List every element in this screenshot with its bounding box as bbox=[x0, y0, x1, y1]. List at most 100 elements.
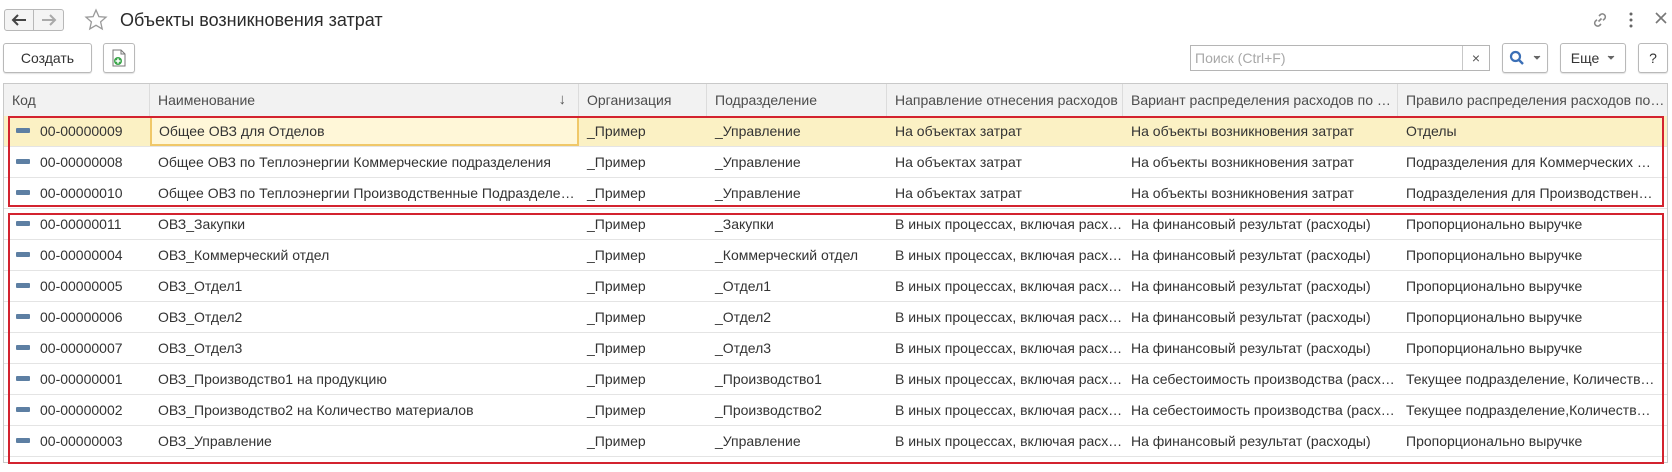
cell-name[interactable]: ОВЗ_Управление bbox=[150, 426, 579, 456]
cell-direction[interactable]: В иных процессах, включая расходы bbox=[887, 333, 1123, 363]
cell-organization[interactable]: _Пример bbox=[579, 395, 707, 425]
forward-button[interactable] bbox=[34, 9, 64, 31]
column-header-rule[interactable]: Правило распределения расходов по подраз… bbox=[1398, 84, 1667, 116]
objects-table[interactable]: Код Наименование ↓ Организация Подраздел… bbox=[3, 83, 1668, 463]
cell-direction[interactable]: В иных процессах, включая расходы bbox=[887, 395, 1123, 425]
cell-variant[interactable]: На финансовый результат (расходы) bbox=[1123, 333, 1398, 363]
column-header-direction[interactable]: Направление отнесения расходов bbox=[887, 84, 1123, 116]
cell-variant[interactable]: На себестоимость производства (расходы) bbox=[1123, 395, 1398, 425]
cell-code[interactable]: 00-00000006 bbox=[4, 302, 150, 332]
cell-name[interactable]: Общее ОВЗ для Отделов bbox=[150, 116, 579, 146]
cell-variant[interactable]: На объекты возникновения затрат bbox=[1123, 116, 1398, 146]
back-button[interactable] bbox=[4, 9, 34, 31]
cell-department[interactable]: _Производство2 bbox=[707, 395, 887, 425]
cell-code[interactable]: 00-00000003 bbox=[4, 426, 150, 456]
cell-organization[interactable]: _Пример bbox=[579, 302, 707, 332]
cell-organization[interactable]: _Пример bbox=[579, 116, 707, 146]
cell-name[interactable]: Общее ОВЗ по Теплоэнергии Коммерческие п… bbox=[150, 147, 579, 177]
cell-name[interactable]: ОВЗ_Отдел3 bbox=[150, 333, 579, 363]
table-row[interactable]: 00-00000003 ОВЗ_Управление _Пример _Управле… bbox=[4, 426, 1667, 457]
cell-code[interactable]: 00-00000002 bbox=[4, 395, 150, 425]
cell-name[interactable]: ОВЗ_Закупки bbox=[150, 209, 579, 239]
cell-name[interactable]: ОВЗ_Отдел2 bbox=[150, 302, 579, 332]
table-row[interactable]: 00-00000007 ОВЗ_Отдел3 _Пример _Отдел3 В ины… bbox=[4, 333, 1667, 364]
cell-rule[interactable]: Пропорционально выручке bbox=[1398, 426, 1658, 456]
cell-organization[interactable]: _Пример bbox=[579, 209, 707, 239]
more-button[interactable]: Еще bbox=[1560, 43, 1626, 73]
cell-rule[interactable]: Подразделения для Производственных расхо… bbox=[1398, 178, 1658, 208]
cell-name[interactable]: ОВЗ_Отдел1 bbox=[150, 271, 579, 301]
cell-rule[interactable]: Текущее подразделение, Количество продук… bbox=[1398, 364, 1658, 394]
cell-code[interactable]: 00-00000010 bbox=[4, 178, 150, 208]
cell-code[interactable]: 00-00000005 bbox=[4, 271, 150, 301]
cell-direction[interactable]: В иных процессах, включая расходы bbox=[887, 364, 1123, 394]
cell-name[interactable]: ОВЗ_Производство1 на продукцию bbox=[150, 364, 579, 394]
cell-organization[interactable]: _Пример bbox=[579, 178, 707, 208]
cell-code[interactable]: 00-00000004 bbox=[4, 240, 150, 270]
cell-department[interactable]: _Отдел1 bbox=[707, 271, 887, 301]
favorite-button[interactable] bbox=[84, 8, 108, 35]
cell-variant[interactable]: На финансовый результат (расходы) bbox=[1123, 240, 1398, 270]
cell-direction[interactable]: В иных процессах, включая расходы bbox=[887, 271, 1123, 301]
cell-direction[interactable]: На объектах затрат bbox=[887, 178, 1123, 208]
cell-variant[interactable]: На финансовый результат (расходы) bbox=[1123, 271, 1398, 301]
cell-organization[interactable]: _Пример bbox=[579, 333, 707, 363]
cell-rule[interactable]: Текущее подразделение,Количество материа… bbox=[1398, 395, 1658, 425]
column-header-organization[interactable]: Организация bbox=[579, 84, 707, 116]
cell-direction[interactable]: В иных процессах, включая расходы bbox=[887, 302, 1123, 332]
copy-button[interactable] bbox=[103, 43, 135, 73]
cell-department[interactable]: _Управление bbox=[707, 116, 887, 146]
search-input[interactable] bbox=[1191, 46, 1463, 70]
cell-variant[interactable]: На себестоимость производства (расходы) bbox=[1123, 364, 1398, 394]
cell-name[interactable]: ОВЗ_Коммерческий отдел bbox=[150, 240, 579, 270]
close-button[interactable] bbox=[1654, 11, 1668, 28]
table-row[interactable]: 00-00000008 Общее ОВЗ по Теплоэнергии Ком… bbox=[4, 147, 1667, 178]
help-button[interactable]: ? bbox=[1638, 43, 1668, 73]
cell-organization[interactable]: _Пример bbox=[579, 426, 707, 456]
table-row[interactable]: 00-00000002 ОВЗ_Производство2 на Количест… bbox=[4, 395, 1667, 426]
cell-variant[interactable]: На объекты возникновения затрат bbox=[1123, 178, 1398, 208]
cell-direction[interactable]: В иных процессах, включая расходы bbox=[887, 426, 1123, 456]
cell-code[interactable]: 00-00000009 bbox=[4, 116, 150, 146]
cell-code[interactable]: 00-00000001 bbox=[4, 364, 150, 394]
cell-department[interactable]: _Коммерческий отдел bbox=[707, 240, 887, 270]
table-row[interactable]: 00-00000011 ОВЗ_Закупки _Пример _Закупки В и… bbox=[4, 209, 1667, 240]
cell-rule[interactable]: Пропорционально выручке bbox=[1398, 302, 1658, 332]
cell-rule[interactable]: Пропорционально выручке bbox=[1398, 271, 1658, 301]
cell-department[interactable]: _Управление bbox=[707, 178, 887, 208]
cell-direction[interactable]: На объектах затрат bbox=[887, 116, 1123, 146]
cell-direction[interactable]: В иных процессах, включая расходы bbox=[887, 240, 1123, 270]
cell-organization[interactable]: _Пример bbox=[579, 147, 707, 177]
column-header-name[interactable]: Наименование ↓ bbox=[150, 84, 579, 116]
cell-code[interactable]: 00-00000007 bbox=[4, 333, 150, 363]
table-row[interactable]: 00-00000004 ОВЗ_Коммерческий отдел _Пример… bbox=[4, 240, 1667, 271]
table-row[interactable]: 00-00000001 ОВЗ_Производство1 на продукци… bbox=[4, 364, 1667, 395]
search-clear-button[interactable]: × bbox=[1462, 46, 1489, 70]
column-header-code[interactable]: Код bbox=[4, 84, 150, 116]
cell-direction[interactable]: На объектах затрат bbox=[887, 147, 1123, 177]
cell-code[interactable]: 00-00000008 bbox=[4, 147, 150, 177]
more-actions-button[interactable] bbox=[1627, 11, 1635, 32]
cell-rule[interactable]: Пропорционально выручке bbox=[1398, 209, 1658, 239]
table-row[interactable]: 00-00000009 Общее ОВЗ для Отделов _Пример _… bbox=[4, 116, 1667, 147]
cell-organization[interactable]: _Пример bbox=[579, 240, 707, 270]
cell-department[interactable]: _Производство1 bbox=[707, 364, 887, 394]
cell-code[interactable]: 00-00000011 bbox=[4, 209, 150, 239]
table-row[interactable]: 00-00000006 ОВЗ_Отдел2 _Пример _Отдел2 В ины… bbox=[4, 302, 1667, 333]
cell-rule[interactable]: Пропорционально выручке bbox=[1398, 333, 1658, 363]
cell-department[interactable]: _Управление bbox=[707, 147, 887, 177]
cell-rule[interactable]: Подразделения для Коммерческих расходов bbox=[1398, 147, 1658, 177]
column-header-department[interactable]: Подразделение bbox=[707, 84, 887, 116]
search-options-button[interactable] bbox=[1502, 43, 1548, 73]
cell-name[interactable]: ОВЗ_Производство2 на Количество материал… bbox=[150, 395, 579, 425]
cell-variant[interactable]: На финансовый результат (расходы) bbox=[1123, 209, 1398, 239]
cell-name[interactable]: Общее ОВЗ по Теплоэнергии Производственн… bbox=[150, 178, 579, 208]
cell-organization[interactable]: _Пример bbox=[579, 271, 707, 301]
table-row[interactable]: 00-00000005 ОВЗ_Отдел1 _Пример _Отдел1 В ины… bbox=[4, 271, 1667, 302]
create-button[interactable]: Создать bbox=[3, 43, 92, 73]
cell-department[interactable]: _Отдел3 bbox=[707, 333, 887, 363]
table-row[interactable]: 00-00000010 Общее ОВЗ по Теплоэнергии Про… bbox=[4, 178, 1667, 209]
cell-variant[interactable]: На объекты возникновения затрат bbox=[1123, 147, 1398, 177]
column-header-variant[interactable]: Вариант распределения расходов по направ… bbox=[1123, 84, 1398, 116]
search-field[interactable]: × bbox=[1190, 45, 1490, 71]
